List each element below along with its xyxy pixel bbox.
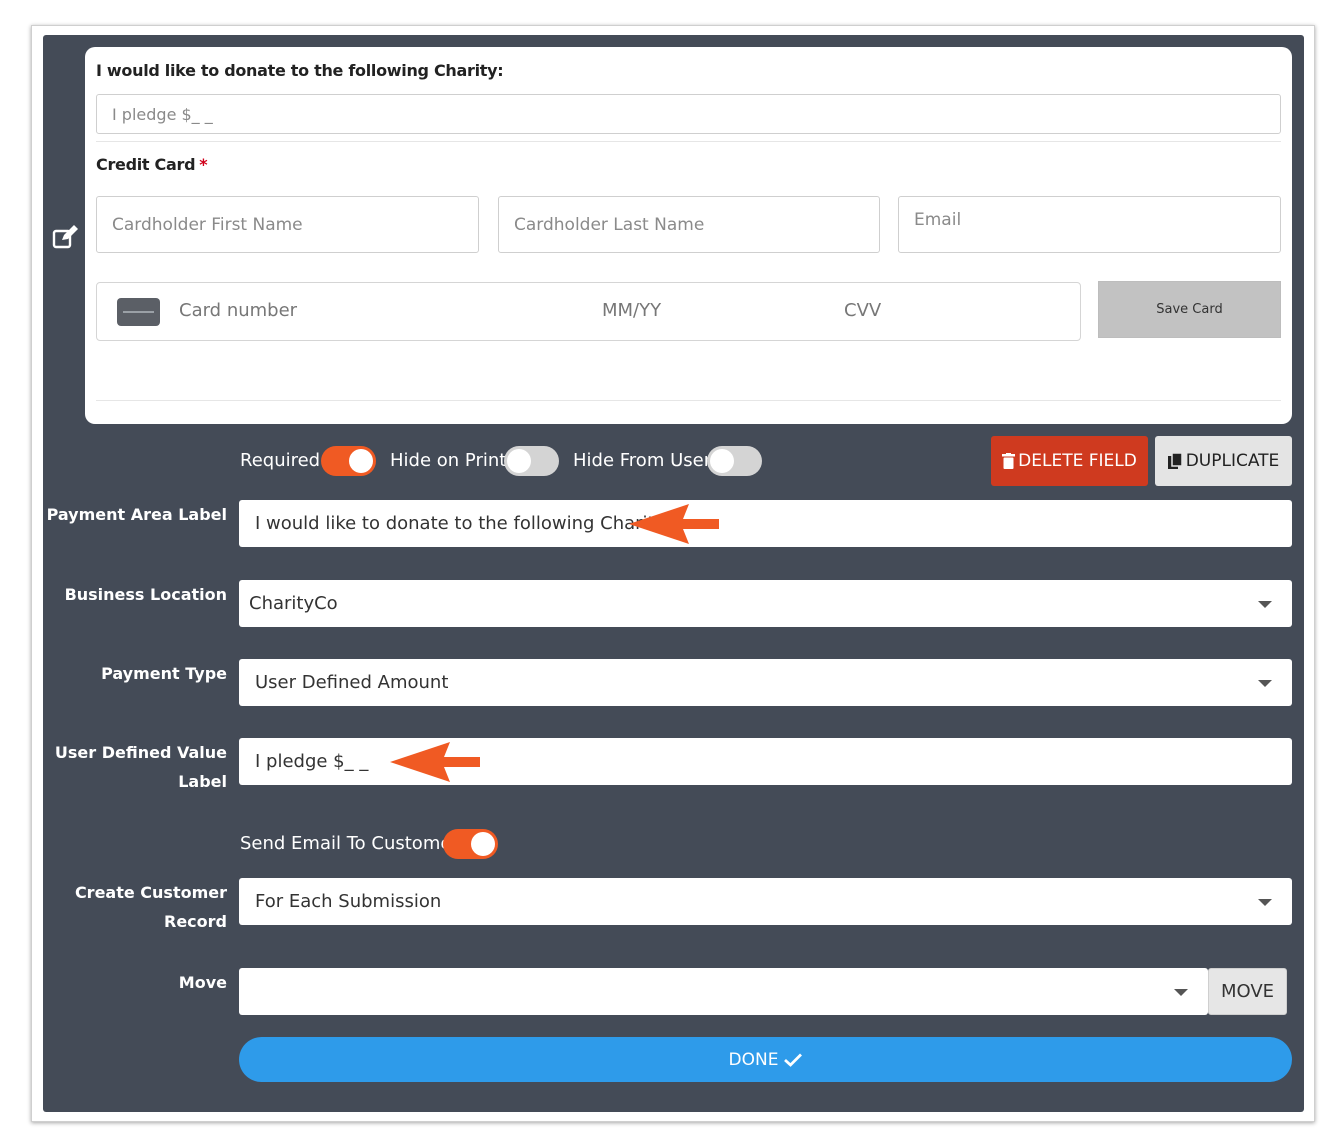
- arrow-annotation: [629, 504, 719, 544]
- hide-on-print-label: Hide on Print: [390, 450, 507, 471]
- caret-down-icon: [1258, 680, 1272, 687]
- payment-area-label: Payment Area Label: [46, 505, 227, 524]
- card-icon: [117, 298, 160, 326]
- business-location-select[interactable]: CharityCo: [239, 580, 1292, 627]
- credit-card-label-text: Credit Card: [96, 155, 196, 174]
- toggle-knob: [471, 832, 495, 856]
- required-star: *: [199, 155, 208, 174]
- first-name-placeholder: Cardholder First Name: [112, 214, 303, 235]
- duplicate-label: DUPLICATE: [1185, 451, 1280, 471]
- move-select[interactable]: [239, 968, 1208, 1015]
- toggle-knob: [349, 449, 373, 473]
- hide-from-user-label: Hide From User: [573, 450, 712, 471]
- delete-field-button[interactable]: DELETE FIELD: [991, 436, 1148, 486]
- business-location-label: Business Location: [64, 585, 227, 604]
- edit-icon[interactable]: [52, 224, 80, 250]
- business-location-value: CharityCo: [249, 593, 338, 614]
- create-customer-record-line2: Record: [164, 912, 227, 931]
- delete-field-label: DELETE FIELD: [1018, 451, 1137, 471]
- copy-icon: [1167, 453, 1183, 469]
- payment-type-select[interactable]: User Defined Amount: [239, 659, 1292, 706]
- credit-card-label: Credit Card *: [96, 155, 208, 174]
- cvv-placeholder[interactable]: CVV: [844, 300, 881, 321]
- user-defined-value-label: User Defined Value Label: [27, 738, 227, 796]
- user-defined-value-label-line2: Label: [178, 772, 227, 791]
- required-label: Required: [240, 450, 321, 471]
- expiry-placeholder[interactable]: MM/YY: [602, 300, 661, 321]
- payment-type-label: Payment Type: [101, 664, 227, 683]
- card-number-placeholder[interactable]: Card number: [179, 300, 297, 321]
- divider: [96, 141, 1281, 142]
- toggle-knob: [710, 449, 734, 473]
- create-customer-record-label: Create Customer Record: [27, 878, 227, 936]
- user-defined-value-label-line1: User Defined Value: [54, 743, 227, 762]
- payment-area-input[interactable]: I would like to donate to the following …: [239, 500, 1292, 547]
- hide-on-print-toggle[interactable]: [504, 446, 559, 476]
- arrow-annotation: [390, 742, 480, 782]
- hide-from-user-toggle[interactable]: [707, 446, 762, 476]
- email-field[interactable]: Email: [898, 196, 1281, 253]
- send-email-toggle[interactable]: [443, 829, 498, 859]
- pledge-input[interactable]: I pledge $_ _: [96, 94, 1281, 134]
- card-entry-box[interactable]: Card number MM/YY CVV: [96, 282, 1081, 341]
- save-card-button[interactable]: Save Card: [1098, 281, 1281, 338]
- done-label: DONE: [728, 1049, 779, 1070]
- required-toggle[interactable]: [321, 446, 376, 476]
- caret-down-icon: [1174, 989, 1188, 996]
- first-name-field[interactable]: Cardholder First Name: [96, 196, 479, 253]
- move-label: Move: [178, 973, 227, 992]
- caret-down-icon: [1258, 601, 1272, 608]
- create-customer-record-line1: Create Customer: [74, 883, 227, 902]
- move-button[interactable]: MOVE: [1208, 968, 1287, 1015]
- trash-icon: [1002, 453, 1016, 469]
- toggle-knob: [507, 449, 531, 473]
- last-name-field[interactable]: Cardholder Last Name: [498, 196, 880, 253]
- email-placeholder: Email: [914, 210, 962, 230]
- duplicate-button[interactable]: DUPLICATE: [1155, 436, 1292, 486]
- payment-type-value: User Defined Amount: [255, 672, 449, 693]
- user-defined-value: I pledge $_ _: [255, 751, 369, 772]
- divider: [96, 400, 1281, 401]
- create-customer-record-value: For Each Submission: [255, 891, 442, 912]
- pledge-placeholder: I pledge $_ _: [112, 104, 213, 124]
- payment-area-value: I would like to donate to the following …: [255, 513, 670, 534]
- caret-down-icon: [1258, 899, 1272, 906]
- last-name-placeholder: Cardholder Last Name: [514, 214, 705, 235]
- checkmark-icon: [784, 1053, 803, 1067]
- done-button[interactable]: DONE: [239, 1037, 1292, 1082]
- create-customer-record-select[interactable]: For Each Submission: [239, 878, 1292, 925]
- charity-label: I would like to donate to the following …: [96, 61, 504, 80]
- send-email-label: Send Email To Customer: [240, 833, 459, 854]
